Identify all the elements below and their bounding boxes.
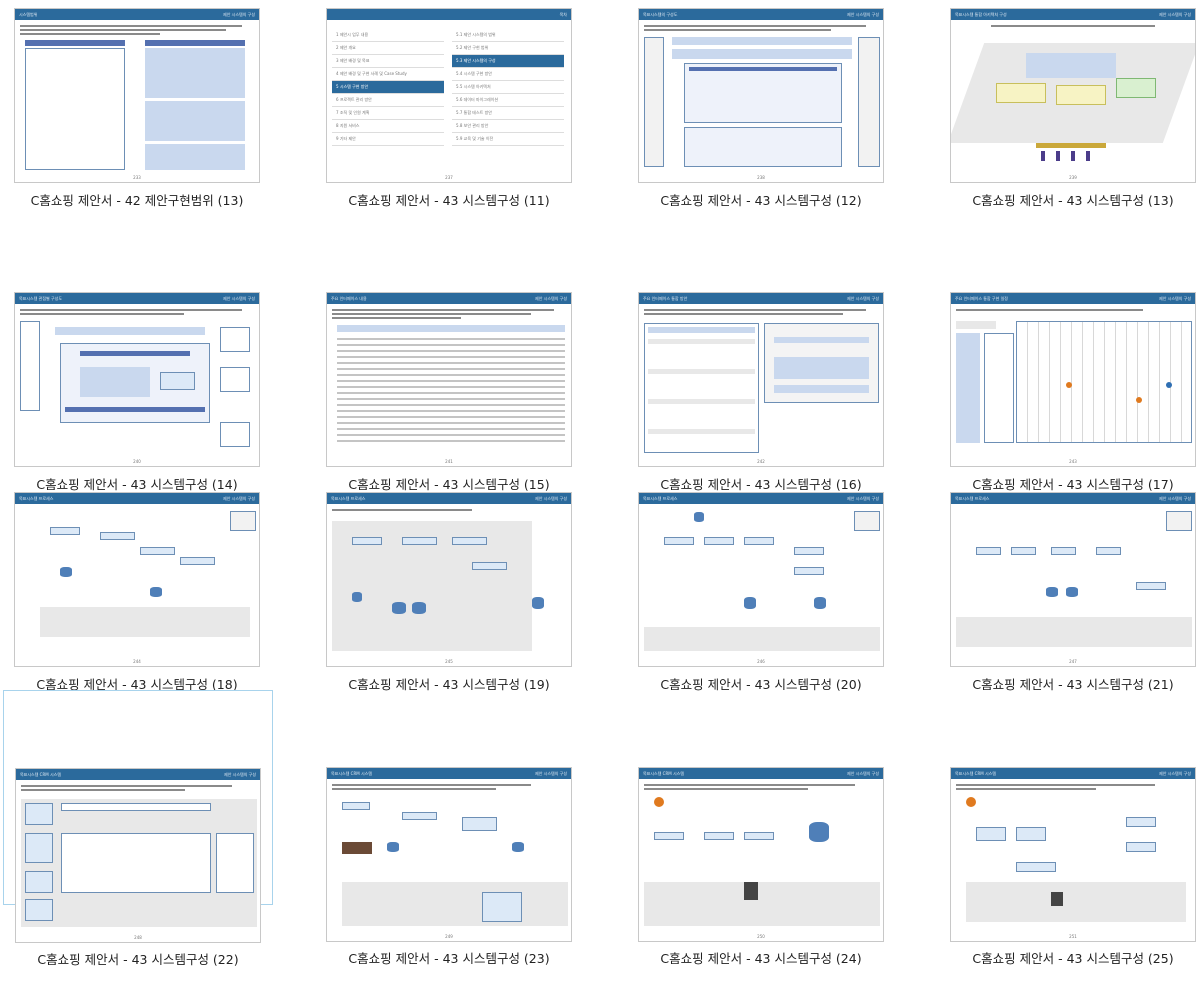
- slide-header-right: 제안 시스템의 구성: [847, 11, 879, 17]
- slide-page-number: 248: [134, 935, 142, 940]
- slide-header-right: 제안 시스템의 구성: [224, 771, 256, 777]
- thumbnail-item[interactable]: 주요 인터페이스 통합 구현 일정 제안 시스템의 구성 243 C홈쇼핑 제안서…: [938, 284, 1197, 499]
- slide-page-number: 237: [445, 175, 453, 180]
- thumbnail-item[interactable]: 목표시스템 통합 아키텍처 구성 제안 시스템의 구성 239 C홈쇼핑 제안서 …: [938, 0, 1197, 215]
- slide-page-number: 242: [757, 459, 765, 464]
- thumbnail-grid: 시스템범위 제안 시스템의 구성 233 C홈쇼핑 제안서 - 42 제안구현범위…: [0, 0, 1197, 972]
- slide-header-right: 제안 시스템의 구성: [223, 295, 255, 301]
- slide-page-number: 239: [1069, 175, 1077, 180]
- slide-header-right: 제안 시스템의 구성: [1159, 11, 1191, 17]
- thumbnail-caption[interactable]: C홈쇼핑 제안서 - 43 시스템구성 (23): [314, 948, 584, 967]
- slide-header-right: 제안 시스템의 구성: [847, 495, 879, 501]
- slide-header-right: 제안 시스템의 구성: [1159, 495, 1191, 501]
- slide-preview: 목표시스템 프로세스 제안 시스템의 구성 246: [638, 492, 884, 667]
- thumbnail-item[interactable]: 목표시스템 프로세스 제안 시스템의 구성 244 C홈쇼핑 제안서 - 43 시…: [2, 484, 272, 699]
- slide-title: 목표시스템의 구성도: [643, 11, 678, 17]
- slide-header-right: 제안 시스템의 구성: [223, 495, 255, 501]
- slide-preview: 목표시스템 CRM 시스템 제안 시스템의 구성 248: [15, 768, 261, 943]
- slide-preview: 시스템범위 제안 시스템의 구성 233: [14, 8, 260, 183]
- slide-title: 목표시스템 프로세스: [331, 495, 366, 501]
- thumbnail-item[interactable]: 목표시스템 관점별 구성도 제안 시스템의 구성 240 C홈쇼핑 제안서 - 4…: [2, 284, 272, 499]
- slide-header-right: 제안 시스템의 구성: [535, 295, 567, 301]
- slide-title: 목표시스템 프로세스: [955, 495, 990, 501]
- slide-header-right: 제안 시스템의 구성: [223, 11, 255, 17]
- slide-header-right: 제안 시스템의 구성: [1159, 770, 1191, 776]
- slide-header-right: 목차: [559, 11, 567, 17]
- slide-preview: 목표시스템 프로세스 제안 시스템의 구성 247: [950, 492, 1196, 667]
- slide-header-right: 제안 시스템의 구성: [847, 770, 879, 776]
- slide-title: 목표시스템 CRM 시스템: [20, 771, 62, 777]
- slide-title: 목표시스템 CRM 시스템: [955, 770, 997, 776]
- thumbnail-item[interactable]: 목표시스템 CRM 시스템 제안 시스템의 구성 251 C홈쇼핑 제안서 - 4…: [938, 767, 1197, 982]
- slide-page-number: 240: [133, 459, 141, 464]
- slide-preview: 목표시스템 프로세스 제안 시스템의 구성 245: [326, 492, 572, 667]
- slide-preview: 목표시스템의 구성도 제안 시스템의 구성 238: [638, 8, 884, 183]
- thumbnail-caption[interactable]: C홈쇼핑 제안서 - 43 시스템구성 (21): [938, 674, 1197, 693]
- thumbnail-caption[interactable]: C홈쇼핑 제안서 - 43 시스템구성 (22): [4, 949, 272, 968]
- slide-page-number: 243: [1069, 459, 1077, 464]
- thumbnail-item[interactable]: 목표시스템 CRM 시스템 제안 시스템의 구성 249 C홈쇼핑 제안서 - 4…: [314, 767, 584, 982]
- thumbnail-item[interactable]: 목차 1 제안시 업무 내용 2 제안 개요 3 제안 배경 및 목표 4 제안…: [314, 0, 584, 215]
- toc-right: 5.1 제안 시스템의 범위 5.2 제안 구현 범위 5.3 제안 시스템의 …: [452, 29, 564, 146]
- slide-title: 목표시스템 관점별 구성도: [19, 295, 63, 301]
- slide-page-number: 251: [1069, 934, 1077, 939]
- slide-header-right: 제안 시스템의 구성: [535, 495, 567, 501]
- slide-page-number: 244: [133, 659, 141, 664]
- slide-title: 목표시스템 프로세스: [19, 495, 54, 501]
- slide-page-number: 249: [445, 934, 453, 939]
- thumbnail-caption[interactable]: C홈쇼핑 제안서 - 43 시스템구성 (12): [626, 190, 896, 209]
- thumbnail-item[interactable]: 목표시스템 프로세스 제안 시스템의 구성 246 C홈쇼핑 제안서 - 43 시…: [626, 484, 896, 699]
- slide-page-number: 245: [445, 659, 453, 664]
- slide-preview: 주요 인터페이스 내용 제안 시스템의 구성 241: [326, 292, 572, 467]
- slide-preview: 목표시스템 CRM 시스템 제안 시스템의 구성 251: [950, 767, 1196, 942]
- slide-preview: 목차 1 제안시 업무 내용 2 제안 개요 3 제안 배경 및 목표 4 제안…: [326, 8, 572, 183]
- slide-preview: 주요 인터페이스 통합 구현 일정 제안 시스템의 구성 243: [950, 292, 1196, 467]
- slide-title: 목표시스템 프로세스: [643, 495, 678, 501]
- thumbnail-item[interactable]: 목표시스템의 구성도 제안 시스템의 구성 238 C홈쇼핑 제안서 - 43 시…: [626, 0, 896, 215]
- slide-preview: 목표시스템 관점별 구성도 제안 시스템의 구성 240: [14, 292, 260, 467]
- slide-header-right: 제안 시스템의 구성: [847, 295, 879, 301]
- slide-preview: 주요 인터페이스 통합 방안 제안 시스템의 구성 242: [638, 292, 884, 467]
- thumbnail-item[interactable]: 목표시스템 프로세스 제안 시스템의 구성 247 C홈쇼핑 제안서 - 43 시…: [938, 484, 1197, 699]
- slide-page-number: 247: [1069, 659, 1077, 664]
- slide-title: 주요 인터페이스 통합 방안: [643, 295, 688, 301]
- slide-header-right: 제안 시스템의 구성: [1159, 295, 1191, 301]
- slide-preview: 목표시스템 CRM 시스템 제안 시스템의 구성 250: [638, 767, 884, 942]
- slide-page-number: 233: [133, 175, 141, 180]
- thumbnail-caption[interactable]: C홈쇼핑 제안서 - 43 시스템구성 (19): [314, 674, 584, 693]
- slide-preview: 목표시스템 프로세스 제안 시스템의 구성 244: [14, 492, 260, 667]
- slide-title: 목표시스템 통합 아키텍처 구성: [955, 11, 1007, 17]
- thumbnail-item[interactable]: 목표시스템 프로세스 제안 시스템의 구성 245 C홈쇼핑 제안서 - 43 시…: [314, 484, 584, 699]
- thumbnail-item[interactable]: 목표시스템 CRM 시스템 제안 시스템의 구성 250 C홈쇼핑 제안서 - 4…: [626, 767, 896, 982]
- thumbnail-item[interactable]: 주요 인터페이스 통합 방안 제안 시스템의 구성 242 C홈쇼핑 제안서 - …: [626, 284, 896, 499]
- thumbnail-caption[interactable]: C홈쇼핑 제안서 - 43 시스템구성 (25): [938, 948, 1197, 967]
- thumbnail-caption[interactable]: C홈쇼핑 제안서 - 42 제안구현범위 (13): [2, 190, 272, 209]
- thumbnail-item[interactable]: 시스템범위 제안 시스템의 구성 233 C홈쇼핑 제안서 - 42 제안구현범위…: [2, 0, 272, 215]
- slide-preview: 목표시스템 CRM 시스템 제안 시스템의 구성 249: [326, 767, 572, 942]
- slide-preview: 목표시스템 통합 아키텍처 구성 제안 시스템의 구성 239: [950, 8, 1196, 183]
- slide-title: 주요 인터페이스 통합 구현 일정: [955, 295, 1008, 301]
- slide-title: 시스템범위: [19, 11, 38, 17]
- thumbnail-caption[interactable]: C홈쇼핑 제안서 - 43 시스템구성 (24): [626, 948, 896, 967]
- slide-page-number: 246: [757, 659, 765, 664]
- thumbnail-item[interactable]: 주요 인터페이스 내용 제안 시스템의 구성 241 C홈쇼핑 제안서 - 43…: [314, 284, 584, 499]
- slide-page-number: 241: [445, 459, 453, 464]
- slide-title: 목표시스템 CRM 시스템: [643, 770, 685, 776]
- thumbnail-item-selected[interactable]: 목표시스템 CRM 시스템 제안 시스템의 구성 248 C홈쇼핑 제안서 - 4…: [3, 690, 273, 967]
- slide-title: 목표시스템 CRM 시스템: [331, 770, 373, 776]
- thumbnail-caption[interactable]: C홈쇼핑 제안서 - 43 시스템구성 (11): [314, 190, 584, 209]
- toc-left: 1 제안시 업무 내용 2 제안 개요 3 제안 배경 및 목표 4 제안 배경…: [332, 29, 444, 146]
- thumbnail-caption[interactable]: C홈쇼핑 제안서 - 43 시스템구성 (20): [626, 674, 896, 693]
- slide-title: 주요 인터페이스 내용: [331, 295, 367, 301]
- slide-page-number: 238: [757, 175, 765, 180]
- thumbnail-caption[interactable]: C홈쇼핑 제안서 - 43 시스템구성 (13): [938, 190, 1197, 209]
- slide-page-number: 250: [757, 934, 765, 939]
- slide-header-right: 제안 시스템의 구성: [535, 770, 567, 776]
